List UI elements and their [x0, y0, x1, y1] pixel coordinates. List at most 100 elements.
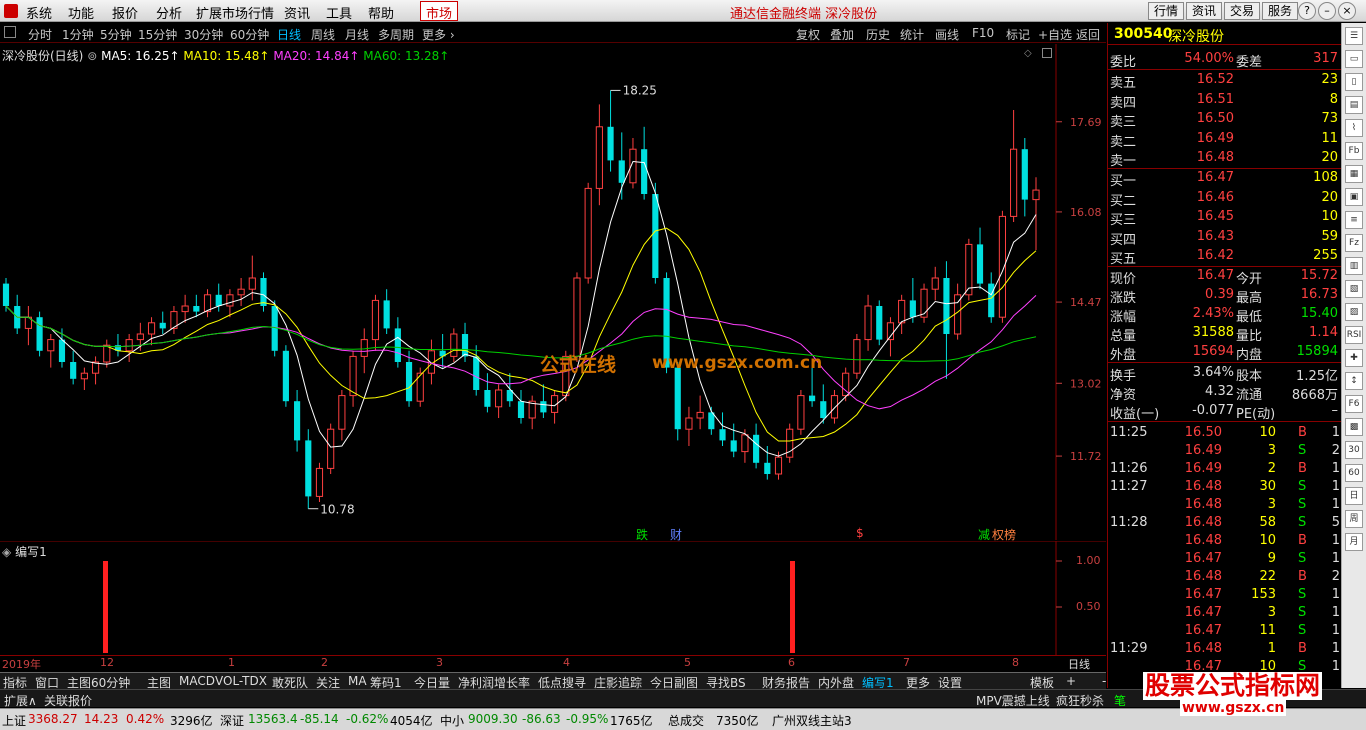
help-icon[interactable]: ?: [1298, 2, 1316, 20]
tool-biaoji[interactable]: 标记: [1006, 26, 1030, 43]
collapse-icon[interactable]: ◈: [2, 545, 11, 559]
side-tool-icon[interactable]: ☰: [1345, 27, 1363, 45]
candle[interactable]: [114, 334, 122, 357]
side-tool-icon[interactable]: RSI: [1345, 326, 1363, 344]
candle[interactable]: [371, 294, 380, 351]
side-tool-icon[interactable]: Fz: [1345, 234, 1363, 252]
expand-button[interactable]: 扩展∧: [4, 692, 37, 709]
candle[interactable]: [830, 390, 839, 424]
candle[interactable]: [36, 311, 43, 357]
candle[interactable]: [91, 356, 100, 385]
candle[interactable]: [1032, 177, 1040, 250]
candlestick-svg[interactable]: 17.69 16.08 14.47 13.02 11.72 18.25 10.78: [0, 44, 1106, 540]
candle[interactable]: [595, 104, 603, 206]
candle[interactable]: [203, 289, 212, 318]
candle[interactable]: [383, 289, 390, 334]
side-tool-icon[interactable]: ↕: [1345, 372, 1363, 390]
candle[interactable]: [920, 283, 928, 323]
flash-sale-link[interactable]: 疯狂秒杀: [1056, 692, 1104, 709]
btn-zixun[interactable]: 资讯: [1186, 2, 1223, 20]
candle[interactable]: [47, 334, 55, 368]
indicator-tab-4[interactable]: MACD: [179, 674, 215, 688]
indicator-tab-5[interactable]: VOL-TDX: [215, 674, 267, 688]
candle[interactable]: [315, 462, 324, 502]
tool-fanhui[interactable]: 返回: [1076, 26, 1100, 43]
indicator-right-1[interactable]: +: [1066, 674, 1076, 688]
candle[interactable]: [473, 345, 480, 396]
linked-quote-button[interactable]: 关联报价: [44, 692, 92, 709]
tool-lishi[interactable]: 历史: [866, 26, 890, 43]
period-1min[interactable]: 1分钟: [62, 26, 94, 43]
btn-jiaoyi[interactable]: 交易: [1224, 2, 1261, 20]
indicator-tab-8[interactable]: MA: [348, 674, 367, 688]
side-tool-icon[interactable]: ▥: [1345, 257, 1363, 275]
candle[interactable]: [80, 367, 88, 390]
side-tool-icon[interactable]: ▭: [1345, 50, 1363, 68]
side-tool-icon[interactable]: 30: [1345, 441, 1363, 459]
panel-toggle-icon[interactable]: [4, 26, 16, 38]
candle[interactable]: [237, 278, 245, 306]
candle[interactable]: [607, 90, 614, 172]
settings-circle-icon[interactable]: ⊚: [87, 49, 97, 63]
candle[interactable]: [193, 294, 200, 318]
side-tool-icon[interactable]: ▧: [1345, 280, 1363, 298]
side-tool-icon[interactable]: 月: [1345, 533, 1363, 551]
candle[interactable]: [1021, 138, 1028, 217]
side-tool-icon[interactable]: ▣: [1345, 188, 1363, 206]
menu-tools[interactable]: 工具: [326, 3, 352, 22]
indicator-subchart[interactable]: ◈ 编写1 1.00 0.50: [0, 540, 1106, 655]
candle[interactable]: [181, 294, 189, 323]
menu-info[interactable]: 资讯: [284, 3, 310, 22]
candle[interactable]: [809, 367, 816, 407]
side-tool-icon[interactable]: 日: [1345, 487, 1363, 505]
station-name[interactable]: 广州双线主站3: [772, 712, 852, 729]
side-tool-icon[interactable]: ▦: [1345, 165, 1363, 183]
candle[interactable]: [450, 328, 458, 362]
candle[interactable]: [719, 412, 726, 446]
market-button[interactable]: 市场: [420, 1, 459, 22]
side-tool-icon[interactable]: ▨: [1345, 303, 1363, 321]
candle[interactable]: [506, 373, 513, 407]
candle[interactable]: [730, 423, 737, 458]
menu-system[interactable]: 系统: [26, 3, 52, 22]
candle[interactable]: [282, 345, 289, 407]
candle[interactable]: [439, 334, 446, 368]
candle[interactable]: [876, 300, 883, 346]
candle[interactable]: [573, 272, 581, 362]
period-weekly[interactable]: 周线: [311, 26, 335, 43]
candle[interactable]: [976, 227, 984, 290]
candle[interactable]: [931, 266, 939, 301]
mpv-link[interactable]: MPV震撼上线: [976, 692, 1050, 709]
candle[interactable]: [338, 390, 346, 441]
menu-quote[interactable]: 报价: [112, 3, 138, 22]
side-tool-icon[interactable]: Fb: [1345, 142, 1363, 160]
candle[interactable]: [70, 350, 77, 385]
tool-fuquan[interactable]: 复权: [796, 26, 820, 43]
candle[interactable]: [584, 182, 592, 284]
candle[interactable]: [629, 138, 637, 189]
period-15min[interactable]: 15分钟: [138, 26, 177, 43]
side-tool-icon[interactable]: ≡: [1345, 211, 1363, 229]
side-tool-icon[interactable]: F6: [1345, 395, 1363, 413]
candle[interactable]: [394, 317, 401, 368]
tool-tongji[interactable]: 统计: [900, 26, 924, 43]
candle[interactable]: [786, 423, 794, 463]
candlestick-chart[interactable]: 17.69 16.08 14.47 13.02 11.72 18.25 10.78 深冷股…: [0, 44, 1106, 542]
period-more[interactable]: 更多 ›: [422, 26, 455, 43]
candle[interactable]: [484, 373, 491, 413]
candle[interactable]: [864, 294, 872, 351]
pen-link[interactable]: 笔: [1114, 692, 1126, 709]
candle[interactable]: [674, 362, 681, 441]
side-tool-icon[interactable]: ▯: [1345, 73, 1363, 91]
candle[interactable]: [125, 334, 133, 362]
candle[interactable]: [294, 390, 301, 452]
candle[interactable]: [170, 306, 178, 334]
candle[interactable]: [305, 429, 312, 509]
side-tool-icon[interactable]: ✚: [1345, 349, 1363, 367]
btn-fuwu[interactable]: 服务: [1262, 2, 1299, 20]
period-30min[interactable]: 30分钟: [184, 26, 223, 43]
candle[interactable]: [1010, 110, 1018, 222]
period-fenshi[interactable]: 分时: [28, 26, 52, 43]
candle[interactable]: [797, 390, 805, 435]
candle[interactable]: [260, 272, 267, 312]
